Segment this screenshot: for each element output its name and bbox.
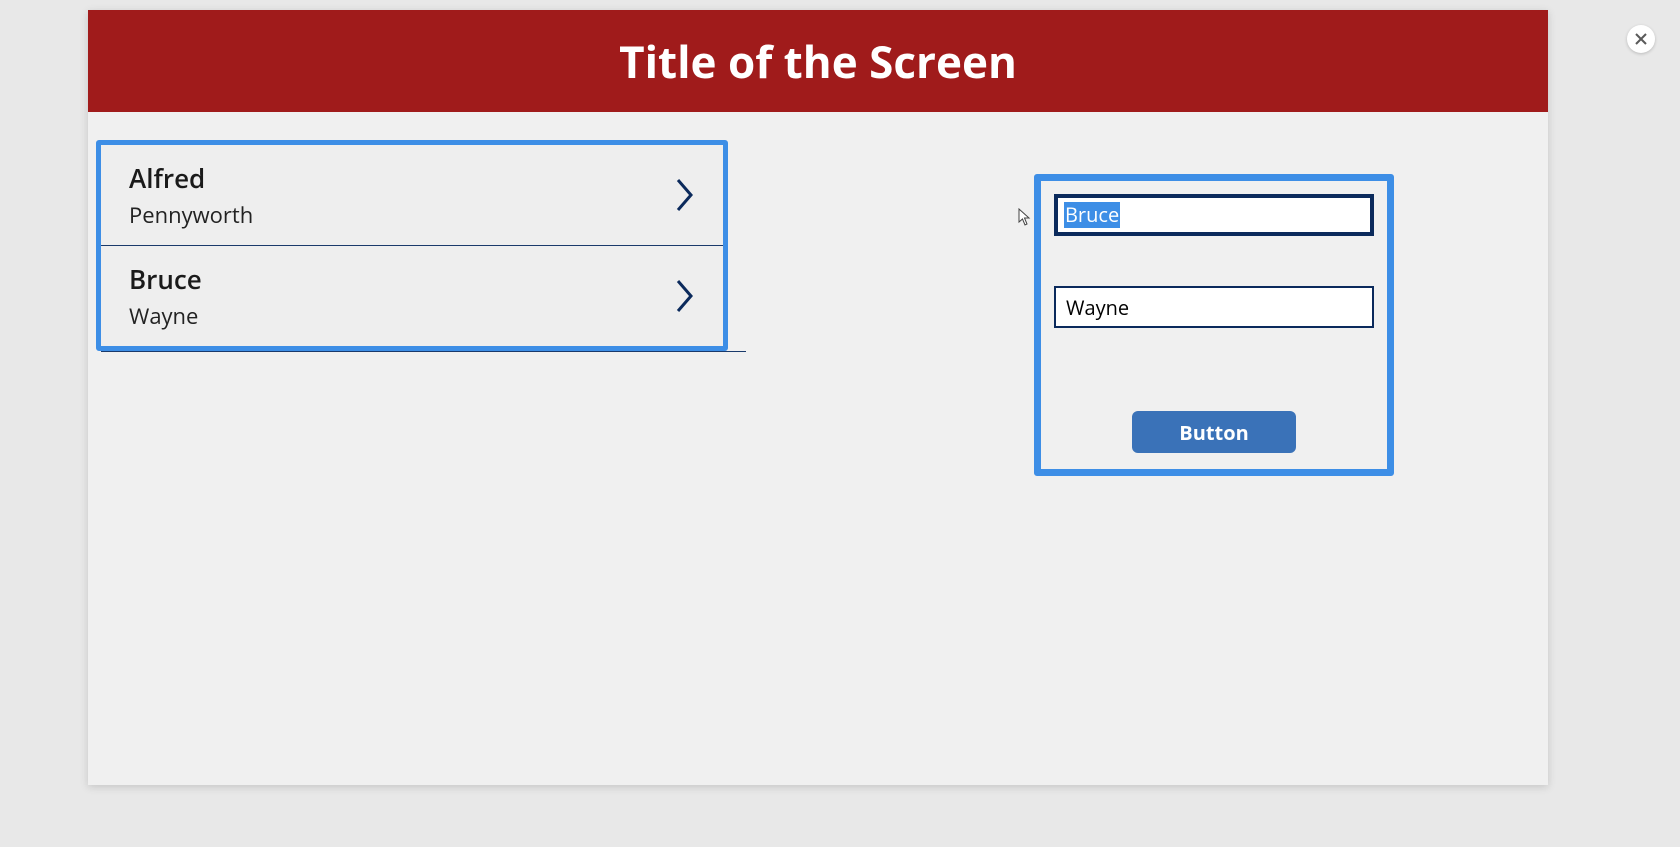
close-icon <box>1635 33 1647 45</box>
list-item-primary: Alfred <box>129 160 253 196</box>
chevron-right-icon <box>675 278 695 314</box>
list-item[interactable]: Alfred Pennyworth <box>101 145 723 246</box>
content-area: Alfred Pennyworth Bruce Wayne <box>88 112 1548 785</box>
last-name-field[interactable] <box>1054 286 1374 328</box>
divider <box>101 351 746 352</box>
list-item-text: Alfred Pennyworth <box>129 160 253 230</box>
submit-button[interactable]: Button <box>1132 411 1296 453</box>
header-bar: Title of the Screen <box>88 10 1548 112</box>
chevron-right-icon <box>675 177 695 213</box>
close-button[interactable] <box>1627 25 1655 53</box>
first-name-field[interactable] <box>1054 194 1374 236</box>
list-item[interactable]: Bruce Wayne <box>101 246 723 346</box>
app-window: Title of the Screen Alfred Pennyworth Br… <box>88 10 1548 785</box>
first-name-field-wrap: Bruce <box>1054 194 1374 236</box>
page-title: Title of the Screen <box>619 31 1017 91</box>
list-item-text: Bruce Wayne <box>129 261 202 331</box>
form-panel: Bruce Button <box>1034 174 1394 476</box>
list-item-primary: Bruce <box>129 261 202 297</box>
list-item-secondary: Pennyworth <box>129 200 253 230</box>
list-panel: Alfred Pennyworth Bruce Wayne <box>96 140 728 351</box>
list-item-secondary: Wayne <box>129 301 202 331</box>
